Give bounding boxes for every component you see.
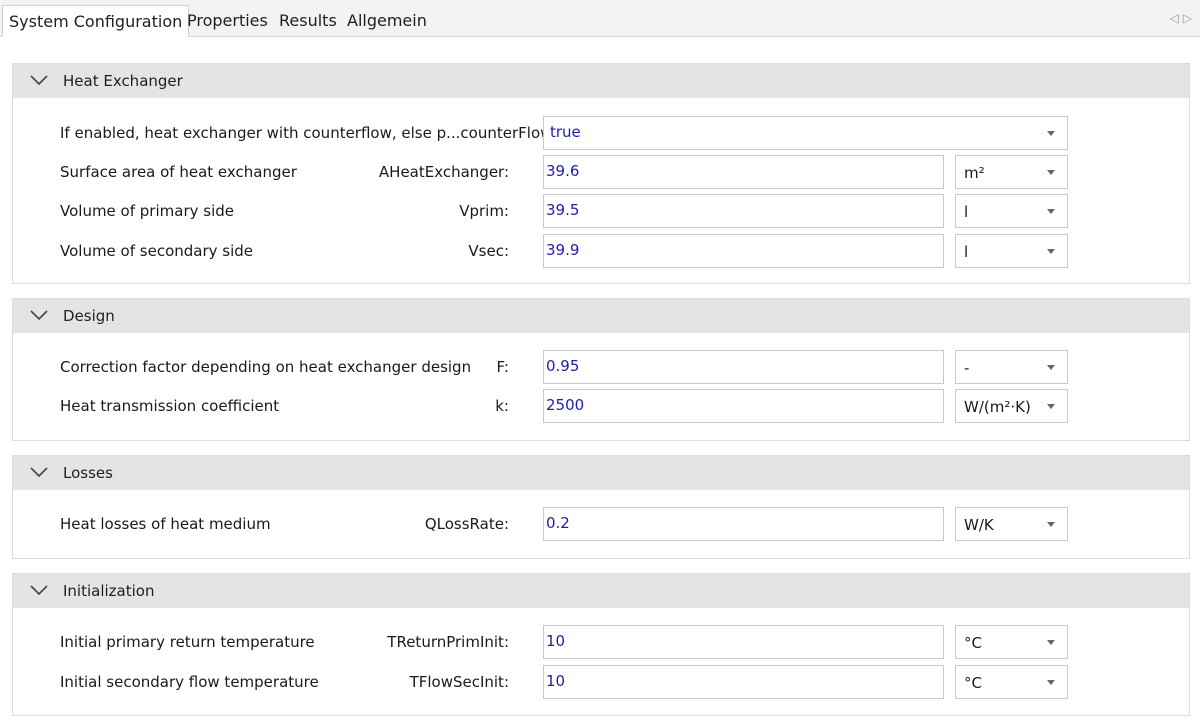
tab-scroll-right-icon[interactable]: ▷: [1183, 11, 1196, 25]
param-description: Initial secondary flow temperature: [60, 673, 319, 691]
vsec-unit-select[interactable]: l: [955, 234, 1068, 268]
param-description: Surface area of heat exchanger: [60, 163, 297, 181]
param-name: QLossRate:: [424, 515, 509, 533]
chevron-down-icon[interactable]: [29, 305, 49, 325]
section-header[interactable]: Heat Exchanger: [13, 64, 1189, 98]
unit-label: °C: [964, 674, 982, 692]
vprim-unit-select[interactable]: l: [955, 194, 1068, 228]
param-description: If enabled, heat exchanger with counterf…: [60, 124, 557, 142]
dropdown-arrow-icon[interactable]: [1047, 404, 1055, 409]
param-row-counterflow: If enabled, heat exchanger with counterf…: [13, 116, 1189, 150]
counterflow-value: true: [550, 123, 581, 141]
qlossrate-input[interactable]: 0.2: [543, 507, 944, 541]
aheatexchanger-input[interactable]: 39.6: [543, 155, 944, 189]
dropdown-arrow-icon[interactable]: [1047, 131, 1055, 136]
unit-label: l: [964, 243, 969, 261]
param-row-vprim: Volume of primary side Vprim: 39.5 l: [13, 194, 1189, 228]
unit-label: l: [964, 203, 969, 221]
param-description: Correction factor depending on heat exch…: [60, 358, 472, 376]
section-title: Losses: [63, 464, 113, 482]
tflowsecinit-input[interactable]: 10: [543, 665, 944, 699]
f-unit-select[interactable]: -: [955, 350, 1068, 384]
tab-allgemein[interactable]: Allgemein: [347, 5, 427, 36]
section-initialization: Initialization Initial primary return te…: [12, 573, 1190, 716]
param-name: AHeatExchanger:: [378, 163, 509, 181]
dropdown-arrow-icon[interactable]: [1047, 640, 1055, 645]
unit-label: -: [964, 359, 970, 377]
unit-label: W/(m²·K): [964, 398, 1031, 416]
section-title: Design: [63, 307, 115, 325]
param-row-treturnpriminit: Initial primary return temperature TRetu…: [13, 625, 1189, 659]
param-description: Initial primary return temperature: [60, 633, 315, 651]
tab-scroll-arrows[interactable]: ◁▷: [1170, 11, 1196, 25]
tab-bar: System Configuration Properties Results …: [0, 0, 1200, 37]
param-name: F:: [496, 358, 509, 376]
param-row-vsec: Volume of secondary side Vsec: 39.9 l: [13, 234, 1189, 268]
tab-scroll-left-icon[interactable]: ◁: [1170, 11, 1183, 25]
unit-label: W/K: [964, 516, 994, 534]
k-unit-select[interactable]: W/(m²·K): [955, 389, 1068, 423]
dropdown-arrow-icon[interactable]: [1047, 522, 1055, 527]
chevron-down-icon[interactable]: [29, 462, 49, 482]
param-row-tflowsecinit: Initial secondary flow temperature TFlow…: [13, 665, 1189, 699]
param-row-qlossrate: Heat losses of heat medium QLossRate: 0.…: [13, 507, 1189, 541]
treturnpriminit-unit-select[interactable]: °C: [955, 625, 1068, 659]
chevron-down-icon[interactable]: [29, 70, 49, 90]
param-description: Heat losses of heat medium: [60, 515, 271, 533]
param-row-f: Correction factor depending on heat exch…: [13, 350, 1189, 384]
tab-results[interactable]: Results: [279, 5, 337, 36]
aheatexchanger-unit-select[interactable]: m²: [955, 155, 1068, 189]
unit-label: m²: [964, 164, 985, 182]
section-title: Heat Exchanger: [63, 72, 183, 90]
qlossrate-unit-select[interactable]: W/K: [955, 507, 1068, 541]
param-name: Vsec:: [468, 242, 509, 260]
dropdown-arrow-icon[interactable]: [1047, 680, 1055, 685]
param-description: Volume of primary side: [60, 202, 234, 220]
dropdown-arrow-icon[interactable]: [1047, 209, 1055, 214]
tab-properties[interactable]: Properties: [187, 5, 268, 36]
tflowsecinit-unit-select[interactable]: °C: [955, 665, 1068, 699]
unit-label: °C: [964, 634, 982, 652]
param-description: Volume of secondary side: [60, 242, 254, 260]
section-header[interactable]: Initialization: [13, 574, 1189, 608]
tab-system-configuration[interactable]: System Configuration: [2, 5, 190, 37]
counterflow-select[interactable]: true: [543, 116, 1068, 150]
section-header[interactable]: Design: [13, 299, 1189, 333]
dropdown-arrow-icon[interactable]: [1047, 365, 1055, 370]
dropdown-arrow-icon[interactable]: [1047, 249, 1055, 254]
f-input[interactable]: 0.95: [543, 350, 944, 384]
param-row-k: Heat transmission coefficient k: 2500 W/…: [13, 389, 1189, 423]
param-name: k:: [495, 397, 509, 415]
vsec-input[interactable]: 39.9: [543, 234, 944, 268]
vprim-input[interactable]: 39.5: [543, 194, 944, 228]
section-header[interactable]: Losses: [13, 456, 1189, 490]
treturnpriminit-input[interactable]: 10: [543, 625, 944, 659]
param-name: Vprim:: [459, 202, 509, 220]
k-input[interactable]: 2500: [543, 389, 944, 423]
chevron-down-icon[interactable]: [29, 580, 49, 600]
section-design: Design Correction factor depending on he…: [12, 298, 1190, 441]
param-name: TReturnPrimInit:: [387, 633, 509, 651]
dropdown-arrow-icon[interactable]: [1047, 170, 1055, 175]
section-heat-exchanger: Heat Exchanger If enabled, heat exchange…: [12, 63, 1190, 284]
param-description: Heat transmission coefficient: [60, 397, 280, 415]
section-title: Initialization: [63, 582, 155, 600]
param-name: TFlowSecInit:: [409, 673, 509, 691]
param-row-aheatexchanger: Surface area of heat exchanger AHeatExch…: [13, 155, 1189, 189]
section-losses: Losses Heat losses of heat medium QLossR…: [12, 455, 1190, 559]
